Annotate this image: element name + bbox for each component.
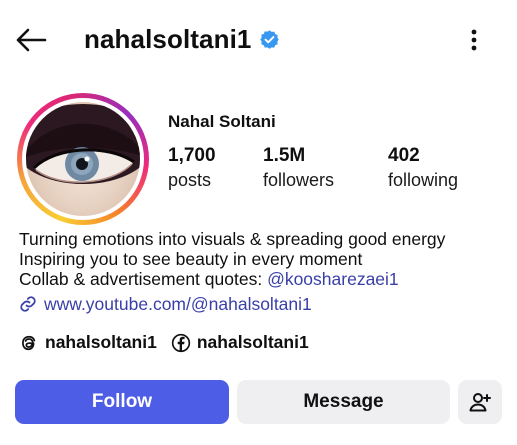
link-icon <box>19 295 37 313</box>
add-person-button[interactable] <box>458 380 502 424</box>
profile-photo-eye[interactable] <box>26 102 140 216</box>
bio-collab-text: Collab & advertisement quotes: <box>19 269 268 289</box>
facebook-handle: nahalsoltani1 <box>196 332 309 352</box>
bio-line-3: Collab & advertisement quotes: @kooshare… <box>19 269 445 289</box>
message-button[interactable]: Message <box>237 380 450 424</box>
back-arrow-icon[interactable] <box>12 22 50 58</box>
add-person-icon <box>468 390 492 414</box>
threads-link[interactable]: nahalsoltani1 <box>19 332 157 353</box>
more-vertical-icon[interactable] <box>462 24 486 56</box>
facebook-icon <box>171 333 191 353</box>
bio-line-2: Inspiring you to see beauty in every mom… <box>19 249 363 269</box>
stat-followers-label: followers <box>263 170 335 190</box>
stat-following[interactable]: 402 following <box>388 145 458 193</box>
threads-icon <box>19 333 39 353</box>
stat-posts-label: posts <box>168 170 212 190</box>
bio: Turning emotions into visuals & spreadin… <box>19 229 445 289</box>
bio-line-1: Turning emotions into visuals & spreadin… <box>19 229 446 249</box>
bio-link[interactable]: www.youtube.com/@nahalsoltani1 <box>19 294 312 314</box>
threads-handle: nahalsoltani1 <box>45 332 157 352</box>
stat-following-label: following <box>388 170 459 190</box>
follow-button[interactable]: Follow <box>15 380 229 424</box>
story-ring[interactable] <box>17 93 149 225</box>
stat-posts-value: 1,700 <box>168 145 216 166</box>
verified-badge-icon <box>259 29 280 50</box>
bio-link-text[interactable]: www.youtube.com/@nahalsoltani1 <box>44 294 312 314</box>
stat-followers[interactable]: 1.5M followers <box>263 145 334 193</box>
username-title: nahalsoltani1 <box>84 24 280 55</box>
social-links: nahalsoltani1 nahalsoltani1 <box>19 332 323 353</box>
full-name: Nahal Soltani <box>168 112 276 131</box>
stat-followers-value: 1.5M <box>263 145 306 166</box>
stat-posts[interactable]: 1,700 posts <box>168 145 216 193</box>
profile-header: nahalsoltani1 <box>0 0 517 80</box>
facebook-link[interactable]: nahalsoltani1 <box>171 332 309 353</box>
mention-link[interactable]: @koosharezaei1 <box>267 269 399 289</box>
username-text: nahalsoltani1 <box>84 24 252 54</box>
stat-following-value: 402 <box>388 145 420 166</box>
